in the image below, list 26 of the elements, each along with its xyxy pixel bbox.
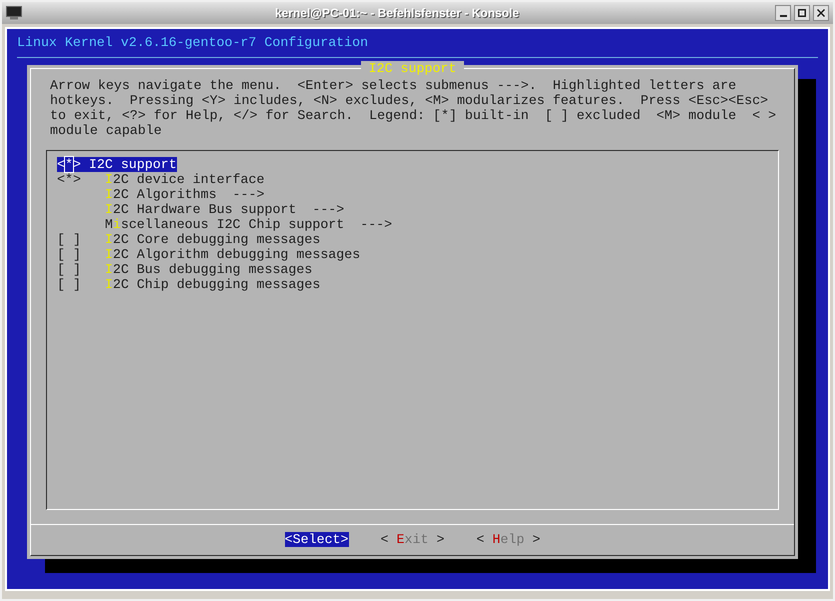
- close-button[interactable]: [813, 5, 829, 21]
- dialog-title: I2C support: [360, 61, 464, 76]
- window-title: kernel@PC-01:~ - Befehlsfenster - Konsole: [274, 5, 520, 22]
- menu-item[interactable]: <*> I2C device interface: [57, 172, 264, 187]
- menu-item[interactable]: [ ] I2C Algorithm debugging messages: [57, 247, 360, 262]
- menu-item[interactable]: [ ] I2C Core debugging messages: [57, 232, 320, 247]
- menu-item[interactable]: <*> I2C support: [57, 157, 177, 172]
- terminal-icon: [6, 6, 22, 20]
- minimize-button[interactable]: [775, 5, 791, 21]
- menu-item[interactable]: [ ] I2C Bus debugging messages: [57, 262, 312, 277]
- menu-item[interactable]: Miscellaneous I2C Chip support --->: [57, 217, 392, 232]
- help-text-line: to exit, <?> for Help, </> for Search. Legend: [*] built-in [ ] excluded <M> module < >: [50, 108, 778, 123]
- help-text-line: hotkeys. Pressing <Y> includes, <N> excludes, <M> modularizes features. Press <Esc><Esc>: [50, 93, 770, 108]
- menu-item[interactable]: [ ] I2C Chip debugging messages: [57, 277, 320, 292]
- dialog-button[interactable]: < Help >: [476, 532, 540, 547]
- help-text-line: Arrow keys navigate the menu. <Enter> selects submenus --->. Highlighted letters are: [50, 78, 738, 93]
- menu-item[interactable]: I2C Algorithms --->: [57, 187, 264, 202]
- minimize-icon: [780, 15, 786, 17]
- dialog-button[interactable]: <Select>: [284, 532, 349, 547]
- config-header: Linux Kernel v2.6.16-gentoo-r7 Configuration: [17, 35, 370, 50]
- help-text-line: module capable: [50, 123, 163, 138]
- maximize-button[interactable]: [794, 5, 810, 21]
- close-icon: [817, 9, 825, 17]
- maximize-icon: [798, 9, 806, 17]
- menu-item[interactable]: I2C Hardware Bus support --->: [57, 202, 344, 217]
- dialog-button[interactable]: < Exit >: [380, 532, 444, 547]
